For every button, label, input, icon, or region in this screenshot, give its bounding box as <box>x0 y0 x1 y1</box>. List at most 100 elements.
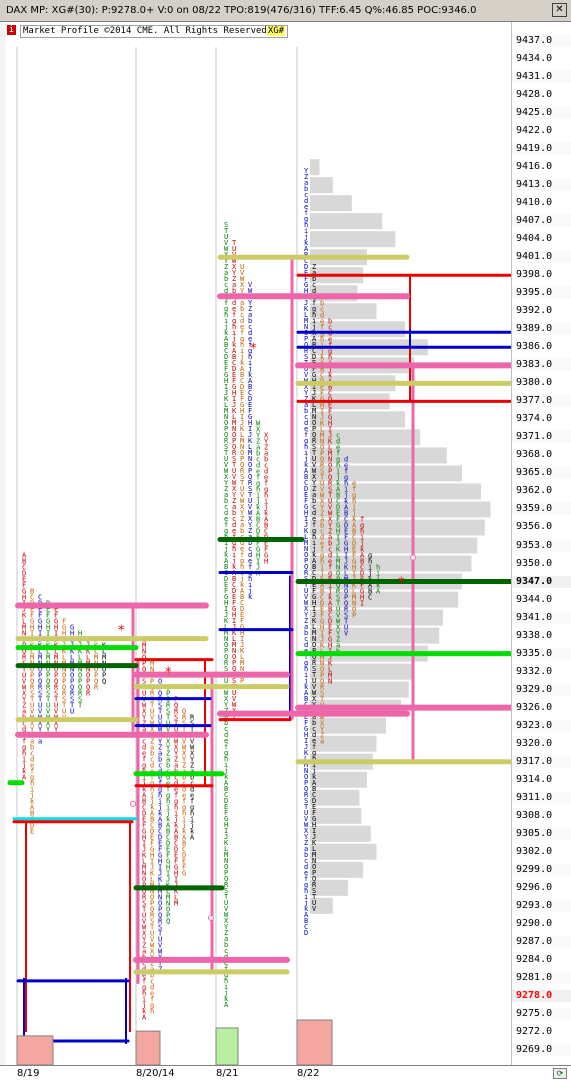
symbol-tag: XG# <box>266 26 286 36</box>
session-volume-bar <box>215 1027 239 1065</box>
price-tick-label: 9407.0 <box>516 215 553 227</box>
price-tick-label: 9356.0 <box>516 521 553 533</box>
tpo-letter: Q <box>102 678 106 686</box>
tpo-letter: A <box>190 834 195 842</box>
volume-profile-bar <box>310 159 320 176</box>
price-tick-label: 9425.0 <box>516 107 553 119</box>
volume-profile-bar <box>310 177 333 194</box>
price-tick-label: 9383.0 <box>516 359 553 371</box>
price-tick-label: 9431.0 <box>516 71 553 83</box>
volume-profile-bar <box>310 465 462 482</box>
tpo-letter: M <box>174 900 178 908</box>
price-tick-label: 9353.0 <box>516 539 553 551</box>
price-tick-label: 9419.0 <box>516 143 553 155</box>
tpo-letter: P <box>240 677 244 685</box>
price-tick-label: 9338.0 <box>516 629 553 641</box>
price-tick-label: 9305.0 <box>516 827 553 839</box>
circle-marker <box>410 554 416 561</box>
tpo-letter: P <box>352 611 356 619</box>
tpo-letter: T <box>78 702 83 710</box>
price-tick-label: 9314.0 <box>516 773 553 785</box>
copyright-text: Market Profile ©2014 CME. All Rights Res… <box>23 26 267 36</box>
tpo-letter: h <box>150 1008 154 1016</box>
asterisk-marker: * <box>118 624 125 639</box>
tpo-letter: k <box>248 593 253 601</box>
tpo-letter: I <box>360 599 364 607</box>
price-tick-label: 9410.0 <box>516 197 553 209</box>
price-tick-label: 9368.0 <box>516 449 553 461</box>
tpo-letter: a <box>38 738 42 746</box>
price-tick-label: 9398.0 <box>516 269 553 281</box>
date-label: 8/22 <box>297 1068 320 1079</box>
price-tick-label: 9332.0 <box>516 665 553 677</box>
asterisk-marker: * <box>398 576 405 591</box>
asterisk-marker: * <box>250 341 257 356</box>
price-tick-label: 9371.0 <box>516 431 553 443</box>
price-tick-label: 9281.0 <box>516 971 553 983</box>
tpo-letter: N <box>328 677 332 685</box>
asterisk-marker: * <box>165 666 172 681</box>
tpo-letter: G <box>182 870 186 878</box>
tpo-letter: A <box>224 1001 229 1009</box>
volume-profile-bar <box>310 789 360 806</box>
session-volume-bar <box>296 1019 333 1065</box>
price-tick-label: 9290.0 <box>516 917 553 929</box>
price-tick-label: 9389.0 <box>516 323 553 335</box>
price-tick-label: 9293.0 <box>516 899 553 911</box>
price-tick-label: 9401.0 <box>516 251 553 263</box>
volume-profile-bar <box>310 591 459 608</box>
price-tick-label: 9365.0 <box>516 467 553 479</box>
price-tick-label: 9386.0 <box>516 341 553 353</box>
price-tick-label: 9374.0 <box>516 413 553 425</box>
scroll-right-button[interactable]: ⟳ <box>553 1068 567 1079</box>
price-tick-label: 9341.0 <box>516 611 553 623</box>
circle-marker <box>130 800 136 807</box>
info-icon[interactable]: i <box>7 25 16 35</box>
price-tick-label: 9434.0 <box>516 53 553 65</box>
circle-marker <box>208 914 214 921</box>
price-tick-label: 9359.0 <box>516 503 553 515</box>
price-tick-label: 9278.0 <box>516 989 553 1001</box>
volume-profile-bar <box>310 681 409 698</box>
price-tick-label: 9437.0 <box>516 35 553 46</box>
volume-profile-bar <box>310 771 367 788</box>
volume-profile-bar <box>310 231 396 248</box>
market-profile-chart[interactable]: ABCDEFGHIJKLMNOPQRSTUVWXYZabcdefghijkABC… <box>0 38 511 1065</box>
price-tick-label: 9428.0 <box>516 89 553 101</box>
price-tick-label: 9392.0 <box>516 305 553 317</box>
date-label: 8/21 <box>216 1068 239 1079</box>
window-title: DAX MP: XG#(30): P:9278.0+ V:0 on 08/22 … <box>6 5 477 16</box>
price-tick-label: 9416.0 <box>516 161 553 173</box>
price-tick-label: 9380.0 <box>516 377 553 389</box>
tpo-letter: R <box>94 684 99 692</box>
price-tick-label: 9308.0 <box>516 809 553 821</box>
date-axis: 8/19 8/20/14 8/21 8/22 ⟳ <box>0 1065 571 1081</box>
tpo-letter: R <box>86 690 91 698</box>
price-tick-label: 9275.0 <box>516 1007 553 1019</box>
volume-profile-bar <box>310 555 472 572</box>
price-tick-label: 9335.0 <box>516 647 553 659</box>
tpo-letter: E <box>30 828 34 836</box>
volume-profile-bar <box>310 321 405 338</box>
price-tick-label: 9302.0 <box>516 845 553 857</box>
price-tick-label: 9296.0 <box>516 881 553 893</box>
tpo-letter: A <box>142 1014 147 1022</box>
price-tick-label: 9320.0 <box>516 737 553 749</box>
price-tick-label: 9299.0 <box>516 863 553 875</box>
price-tick-label: 9347.0 <box>516 575 553 587</box>
session-volume-bar <box>16 1035 54 1065</box>
price-axis[interactable]: 9437.0 9434.0 9431.0 9428.0 9425.0 9422.0 9419… <box>511 22 571 1065</box>
volume-profile-bar <box>310 429 421 446</box>
price-tick-label: 9413.0 <box>516 179 553 191</box>
info-bar: i Market Profile ©2014 CME. All Rights R… <box>0 23 511 38</box>
session-volume-bar <box>135 1030 161 1065</box>
price-tick-label: 9350.0 <box>516 557 553 569</box>
volume-profile-bar <box>310 807 362 824</box>
price-tick-label: 9329.0 <box>516 683 553 695</box>
close-button[interactable]: ✕ <box>552 3 567 17</box>
tpo-letter: U <box>70 708 74 716</box>
volume-profile-bar <box>310 861 364 878</box>
price-tick-label: 9323.0 <box>516 719 553 731</box>
copyright-notice: Market Profile ©2014 CME. All Rights Res… <box>20 25 289 38</box>
volume-profile-bar <box>310 843 377 860</box>
